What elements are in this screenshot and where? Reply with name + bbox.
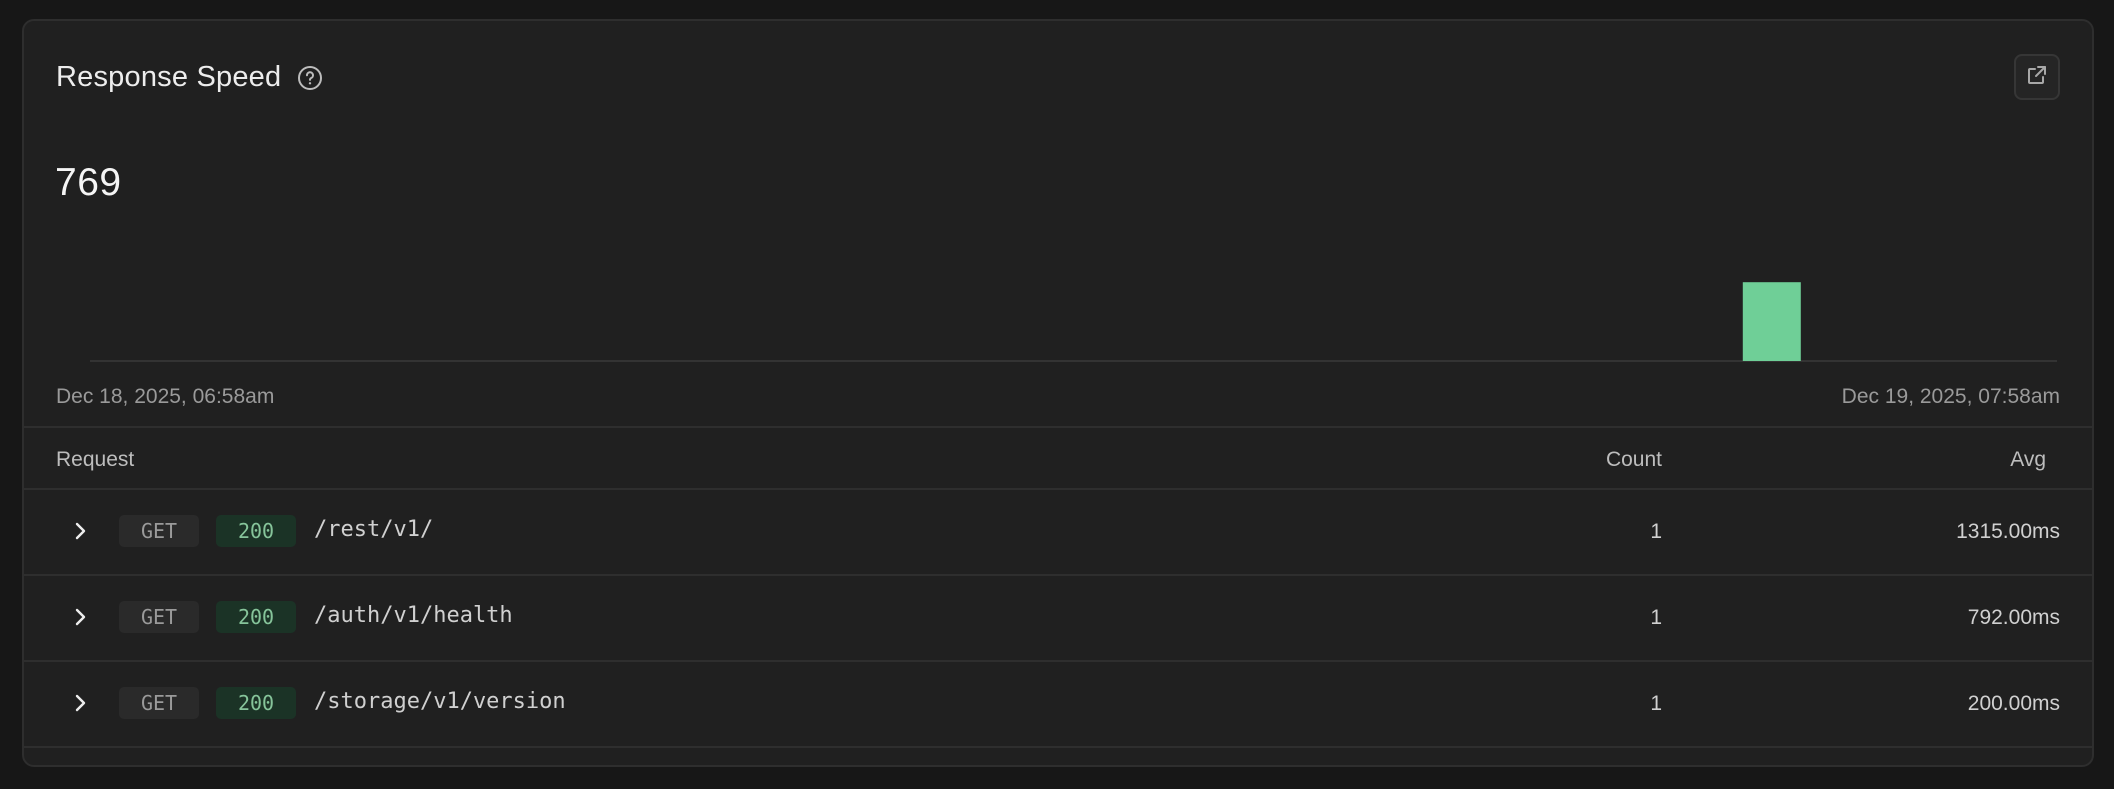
column-header-avg: Avg (2010, 448, 2046, 471)
open-external-button[interactable] (2014, 54, 2060, 100)
requests-table: Request Count Avg GET 200 /rest/v1/ 1 13… (24, 426, 2092, 748)
table-header: Request Count Avg (24, 426, 2092, 490)
request-count: 1 (1650, 520, 1662, 543)
request-avg: 200.00ms (1967, 692, 2060, 715)
question-circle-icon[interactable] (297, 65, 323, 91)
table-row[interactable]: GET 200 /auth/v1/health 1 792.00ms (24, 576, 2092, 662)
method-badge: GET (119, 687, 199, 719)
response-speed-card: Response Speed 769 Dec 18, 2025, 06:58am… (22, 19, 2094, 767)
method-badge: GET (119, 515, 199, 547)
chevron-right-icon[interactable] (68, 605, 92, 629)
chart-bar[interactable] (1742, 282, 1801, 361)
card-title: Response Speed (56, 61, 282, 93)
request-path: /storage/v1/version (314, 689, 566, 714)
method-badge: GET (119, 601, 199, 633)
chevron-right-icon[interactable] (68, 691, 92, 715)
response-speed-value: 769 (55, 161, 122, 204)
status-badge: 200 (216, 601, 296, 633)
request-path: /auth/v1/health (314, 603, 513, 628)
request-avg: 792.00ms (1967, 606, 2060, 629)
request-count: 1 (1650, 692, 1662, 715)
external-link-icon (2025, 63, 2049, 92)
column-header-count: Count (1605, 448, 1662, 471)
status-badge: 200 (216, 687, 296, 719)
chevron-right-icon[interactable] (68, 519, 92, 543)
request-avg: 1315.00ms (1956, 520, 2060, 543)
chart-start-date: Dec 18, 2025, 06:58am (56, 385, 275, 408)
request-path: /rest/v1/ (314, 517, 434, 542)
column-header-request: Request (56, 448, 135, 471)
response-speed-chart (90, 282, 2057, 362)
table-row[interactable]: GET 200 /rest/v1/ 1 1315.00ms (24, 490, 2092, 576)
table-row[interactable]: GET 200 /storage/v1/version 1 200.00ms (24, 662, 2092, 748)
status-badge: 200 (216, 515, 296, 547)
request-count: 1 (1650, 606, 1662, 629)
chart-end-date: Dec 19, 2025, 07:58am (1841, 385, 2060, 408)
card-header: Response Speed (56, 61, 323, 94)
